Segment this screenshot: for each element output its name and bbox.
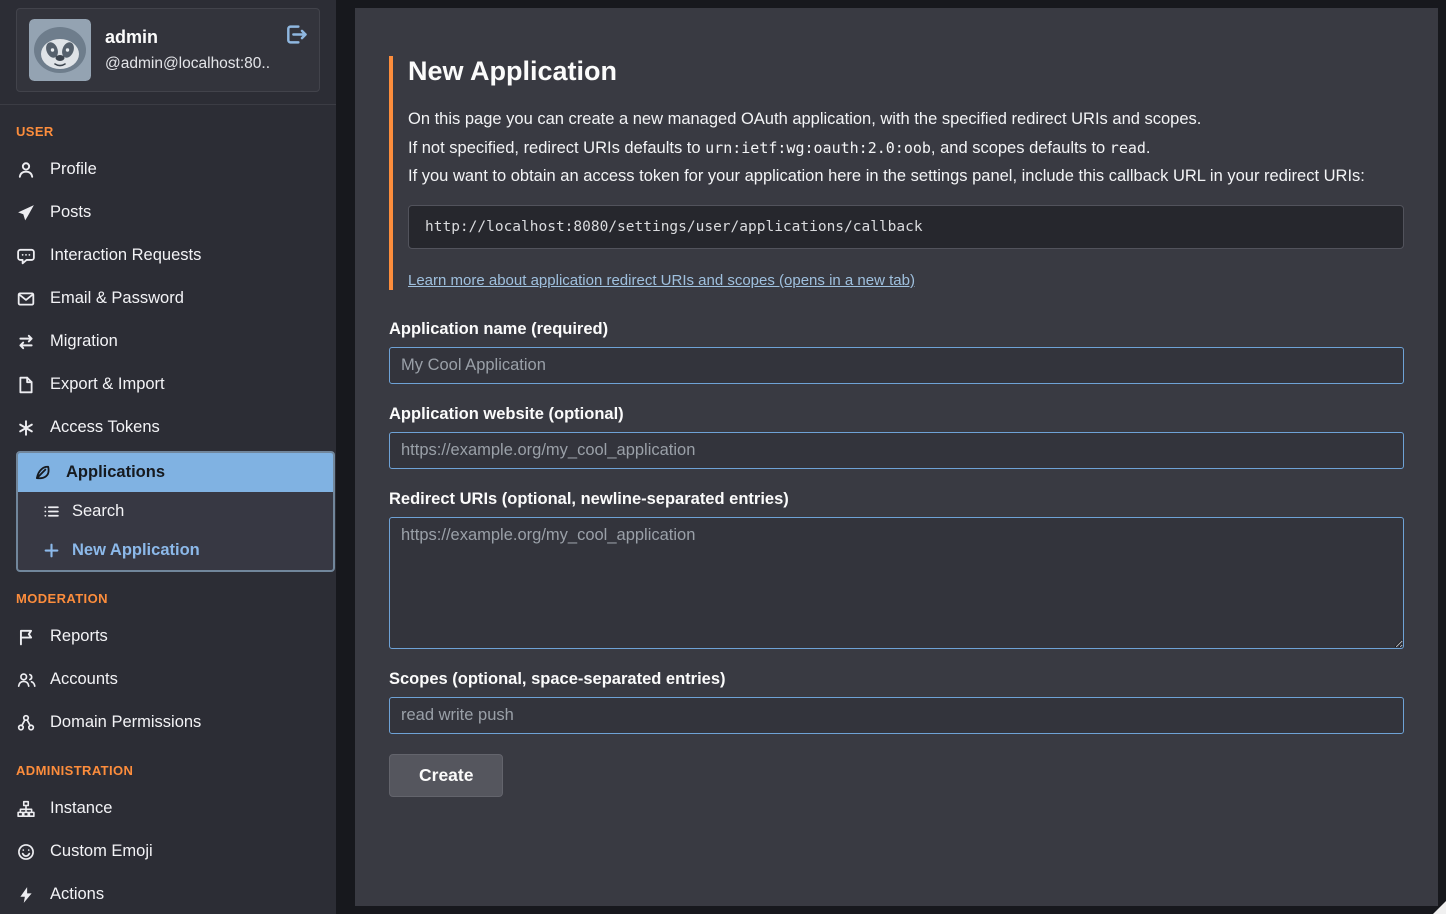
- bolt-icon: [16, 886, 36, 904]
- intro-block: New Application On this page you can cre…: [389, 56, 1404, 290]
- sidebar-item-actions[interactable]: Actions: [0, 873, 336, 914]
- submenu-item-new-application[interactable]: New Application: [18, 531, 333, 570]
- section-title-moderation: MODERATION: [16, 591, 320, 606]
- sidebar: admin @admin@localhost:80... USER Profil…: [0, 0, 336, 914]
- redirect-uris-label: Redirect URIs (optional, newline-separat…: [389, 490, 1404, 509]
- speech-bubble-icon: [16, 247, 36, 265]
- sidebar-item-label: Email & Password: [50, 289, 184, 308]
- application-name-label: Application name (required): [389, 320, 1404, 339]
- inline-code-oob: urn:ietf:wg:oauth:2.0:oob: [705, 139, 931, 157]
- user-info: admin @admin@localhost:80...: [105, 27, 270, 73]
- application-name-input[interactable]: [389, 347, 1404, 384]
- application-website-field: Application website (optional): [389, 405, 1404, 469]
- resize-corner-grip[interactable]: [1433, 901, 1446, 914]
- section-title-user: USER: [16, 124, 320, 139]
- application-website-label: Application website (optional): [389, 405, 1404, 424]
- sitemap-icon: [16, 800, 36, 818]
- smiley-icon: [16, 843, 36, 861]
- scopes-label: Scopes (optional, space-separated entrie…: [389, 670, 1404, 689]
- sidebar-item-label: Custom Emoji: [50, 842, 153, 861]
- paper-plane-icon: [16, 204, 36, 222]
- sidebar-item-profile[interactable]: Profile: [0, 148, 336, 191]
- submenu-item-search[interactable]: Search: [18, 492, 333, 531]
- sidebar-item-label: Migration: [50, 332, 118, 351]
- users-icon: [16, 671, 36, 689]
- sidebar-item-interaction-requests[interactable]: Interaction Requests: [0, 234, 336, 277]
- application-name-field: Application name (required): [389, 320, 1404, 384]
- user-name: admin: [105, 27, 270, 48]
- sidebar-item-label: Interaction Requests: [50, 246, 201, 265]
- sidebar-item-email-password[interactable]: Email & Password: [0, 277, 336, 320]
- file-export-icon: [16, 376, 36, 394]
- inline-code-read: read: [1110, 139, 1146, 157]
- applications-group: Applications Search New Application: [16, 451, 335, 572]
- plus-icon: [42, 542, 60, 560]
- certificate-icon: [16, 419, 36, 437]
- create-button[interactable]: Create: [389, 754, 503, 797]
- sidebar-item-posts[interactable]: Posts: [0, 191, 336, 234]
- sidebar-item-label: Accounts: [50, 670, 118, 689]
- sidebar-item-label: Domain Permissions: [50, 713, 201, 732]
- sidebar-item-label: Access Tokens: [50, 418, 160, 437]
- redirect-uris-field: Redirect URIs (optional, newline-separat…: [389, 490, 1404, 649]
- user-card[interactable]: admin @admin@localhost:80...: [16, 8, 320, 92]
- page-title: New Application: [408, 56, 1404, 87]
- sidebar-item-domain-permissions[interactable]: Domain Permissions: [0, 701, 336, 744]
- envelope-icon: [16, 290, 36, 308]
- callback-url-codeblock: http://localhost:8080/settings/user/appl…: [408, 205, 1404, 249]
- scopes-field: Scopes (optional, space-separated entrie…: [389, 670, 1404, 734]
- submenu-item-label: Search: [72, 502, 124, 521]
- avatar: [29, 19, 91, 81]
- user-icon: [16, 161, 36, 179]
- sidebar-item-label: Instance: [50, 799, 112, 818]
- scopes-input[interactable]: [389, 697, 1404, 734]
- application-website-input[interactable]: [389, 432, 1404, 469]
- network-icon: [16, 714, 36, 732]
- list-icon: [42, 503, 60, 521]
- sidebar-item-access-tokens[interactable]: Access Tokens: [0, 406, 336, 449]
- learn-more-link[interactable]: Learn more about application redirect UR…: [408, 272, 915, 289]
- description-line-1: On this page you can create a new manage…: [408, 107, 1404, 133]
- new-application-form: Application name (required) Application …: [389, 320, 1404, 797]
- sidebar-item-label: Applications: [66, 463, 165, 482]
- user-handle: @admin@localhost:80...: [105, 55, 270, 73]
- logout-icon[interactable]: [284, 23, 307, 46]
- user-card-wrap: admin @admin@localhost:80...: [0, 0, 336, 105]
- sidebar-item-applications[interactable]: Applications: [18, 453, 333, 492]
- main-panel: New Application On this page you can cre…: [355, 8, 1438, 906]
- sidebar-item-custom-emoji[interactable]: Custom Emoji: [0, 830, 336, 873]
- sidebar-item-accounts[interactable]: Accounts: [0, 658, 336, 701]
- exchange-arrows-icon: [16, 333, 36, 351]
- description-line-3: If you want to obtain an access token fo…: [408, 164, 1404, 190]
- section-title-administration: ADMINISTRATION: [16, 763, 320, 778]
- sidebar-item-label: Profile: [50, 160, 97, 179]
- submenu-item-label: New Application: [72, 541, 200, 560]
- feather-icon: [32, 464, 52, 482]
- sidebar-item-migration[interactable]: Migration: [0, 320, 336, 363]
- sidebar-item-label: Actions: [50, 885, 104, 904]
- description-line-2: If not specified, redirect URIs defaults…: [408, 136, 1404, 162]
- sidebar-item-label: Posts: [50, 203, 91, 222]
- sidebar-item-reports[interactable]: Reports: [0, 615, 336, 658]
- sidebar-item-export-import[interactable]: Export & Import: [0, 363, 336, 406]
- sidebar-item-label: Reports: [50, 627, 108, 646]
- redirect-uris-textarea[interactable]: [389, 517, 1404, 649]
- sidebar-item-label: Export & Import: [50, 375, 165, 394]
- flag-icon: [16, 628, 36, 646]
- sidebar-item-instance[interactable]: Instance: [0, 787, 336, 830]
